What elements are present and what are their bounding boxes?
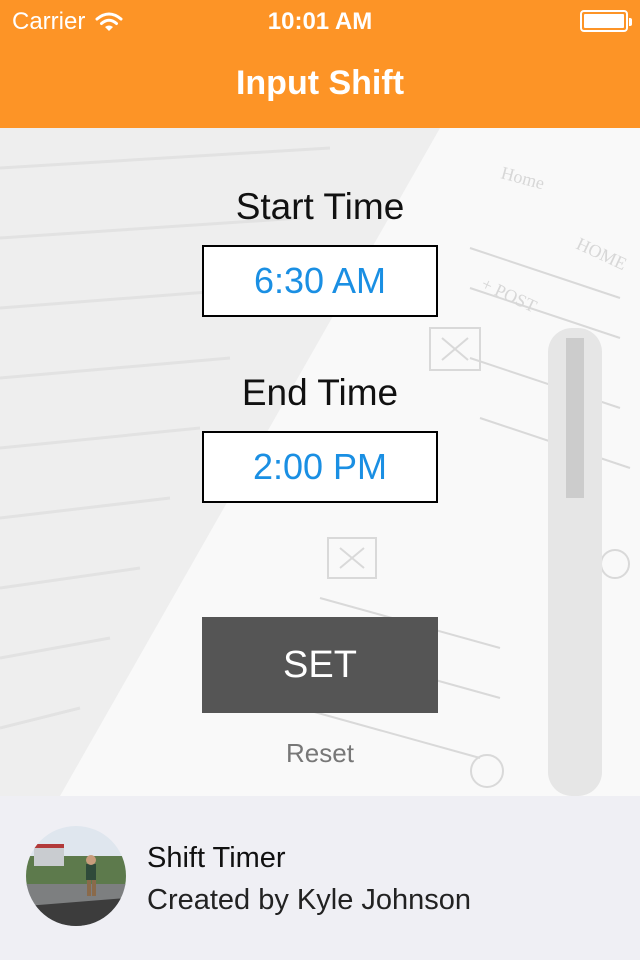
main-content: Home HOME + POST Start Time 6:30 AM End … [0,128,640,796]
end-time-label: End Time [241,372,399,413]
footer: Shift Timer Created by Kyle Johnson [0,796,640,960]
start-time-label: Start Time [235,186,405,227]
end-time-field[interactable]: 2:00 PM [202,431,438,503]
status-bar: Carrier 10:01 AM [0,0,640,40]
credit-text: Created by Kyle Johnson [147,884,472,916]
reset-button[interactable]: Reset [0,738,640,769]
avatar [26,826,126,926]
status-time: 10:01 AM [267,8,373,35]
header: Carrier 10:01 AM Input Shift [0,0,640,128]
page-title: Input Shift [235,64,405,102]
app-name: Shift Timer [147,842,286,874]
set-button[interactable]: SET [202,617,438,713]
battery-icon [580,10,632,32]
start-time-field[interactable]: 6:30 AM [202,245,438,317]
